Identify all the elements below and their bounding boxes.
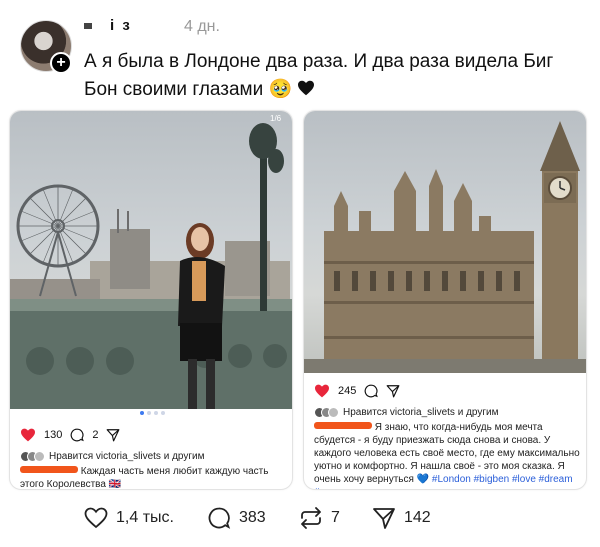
instagram-screenshot-right[interactable]: 245 Нравится victoria_slivets и другим Я… [303, 110, 587, 490]
post-time: 4 дн. [184, 18, 220, 35]
heart-outline-icon [84, 507, 108, 529]
comment-icon[interactable] [70, 428, 85, 442]
share-count: 142 [404, 509, 431, 526]
like-count: 1,4 тыс. [116, 509, 174, 526]
post-text-content: А я была в Лондоне два раза. И два раза … [84, 51, 554, 100]
liker-avatars [314, 407, 339, 418]
left-comments-count: 2 [92, 429, 99, 441]
post-footer-actions: 1,4 тыс. 383 7 142 [0, 500, 600, 540]
photo-big-ben[interactable] [304, 111, 586, 373]
caption-redaction [20, 466, 78, 473]
author-username[interactable]: і з [84, 17, 132, 34]
comment-icon[interactable] [364, 384, 379, 398]
left-likes-count: 130 [44, 429, 63, 441]
share-send-icon [373, 508, 395, 529]
photo-london-eye[interactable]: 1/6 [10, 111, 292, 409]
send-icon[interactable] [106, 428, 120, 442]
london-eye-illustration: 1/6 [10, 114, 292, 409]
comment-button[interactable]: 383 [207, 506, 266, 530]
repost-icon [301, 507, 321, 529]
black-heart-icon [298, 80, 315, 96]
right-liked-by: Нравится victoria_slivets и другим [314, 407, 498, 418]
left-liked-by-text: Нравится victoria_slivets и другим [49, 451, 205, 462]
photo-counter: 1/6 [270, 114, 282, 123]
heart-filled-icon[interactable] [20, 428, 36, 442]
post-text: А я была в Лондоне два раза. И два раза … [84, 48, 574, 104]
left-liked-by: Нравится victoria_slivets и другим [20, 451, 204, 462]
right-likes-count: 245 [338, 385, 357, 397]
repost-button[interactable]: 7 [299, 506, 340, 530]
instagram-screenshot-left[interactable]: 1/6 130 2 Нравится victoria_slivets и др… [9, 110, 293, 490]
right-caption: Я знаю, что когда-нибудь моя мечта сбуде… [314, 421, 580, 489]
heart-filled-icon[interactable] [314, 384, 330, 398]
left-caption: Каждая часть меня любит каждую часть это… [20, 465, 286, 489]
caption-redaction [314, 422, 372, 429]
right-liked-by-text: Нравится victoria_slivets и другим [343, 407, 499, 418]
username-redaction [84, 23, 92, 30]
repost-count: 7 [331, 509, 340, 526]
post-header: + і з 4 дн. А я была в Лондоне два раза.… [14, 14, 586, 104]
carousel-dots [140, 411, 165, 415]
liker-avatars [20, 451, 45, 462]
right-actions-row: 245 [314, 381, 400, 401]
share-button[interactable]: 142 [372, 506, 431, 530]
big-ben-illustration [304, 121, 586, 373]
like-button[interactable]: 1,4 тыс. [84, 506, 174, 530]
comment-bubble-icon [208, 507, 231, 529]
follow-plus-icon[interactable]: + [50, 52, 72, 74]
left-actions-row: 130 2 [20, 425, 120, 445]
send-icon[interactable] [386, 384, 400, 398]
comment-count: 383 [239, 509, 266, 526]
